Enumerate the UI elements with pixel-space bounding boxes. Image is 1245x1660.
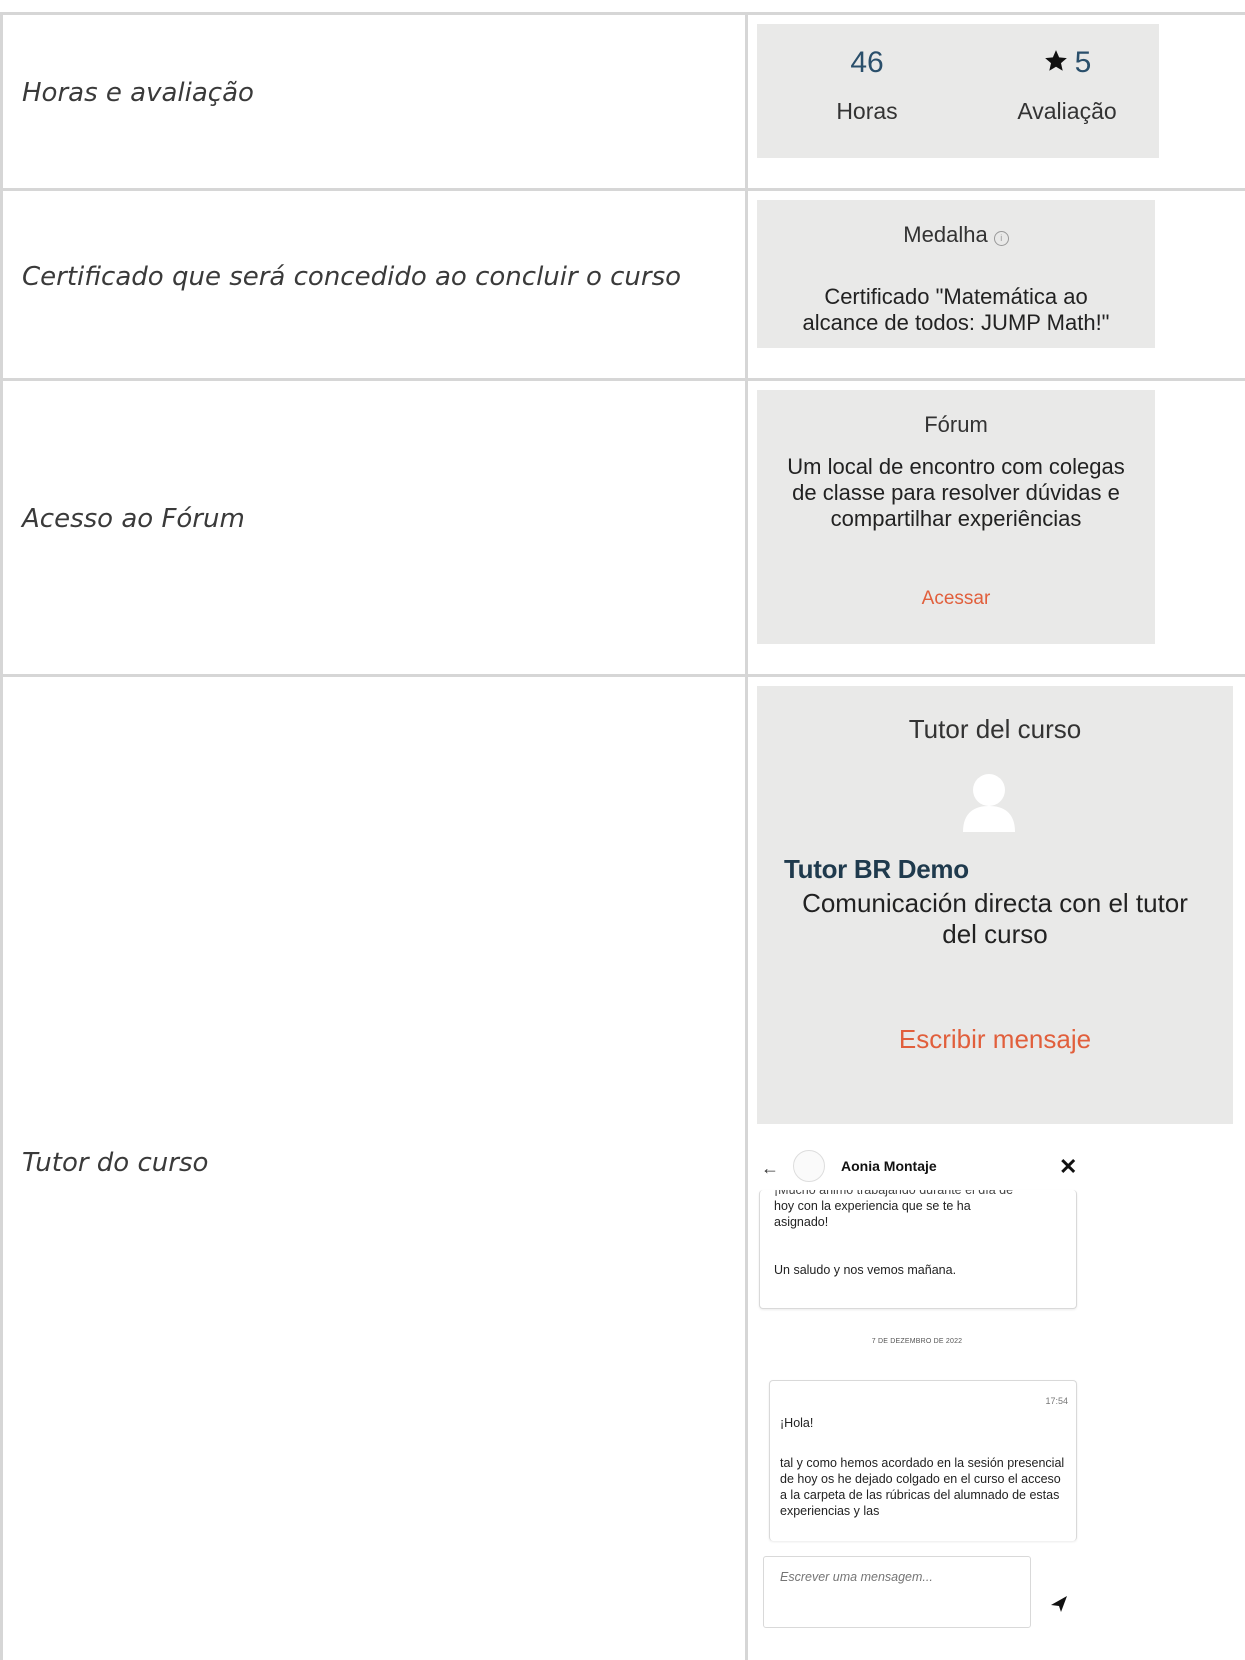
message-text: hoy con la experiencia que se te ha <box>774 1199 971 1213</box>
rating-value-wrap: 5 <box>977 46 1157 82</box>
message-text: asignado! <box>774 1215 829 1229</box>
tutor-title: Tutor del curso <box>908 714 1082 744</box>
message-time: 17:54 <box>1045 1396 1068 1406</box>
table-divider <box>0 188 1245 191</box>
message-bubble: ¡Mucho ánimo trabajando durante el día d… <box>759 1190 1077 1309</box>
rating-value: 5 <box>1074 46 1092 79</box>
chat-panel: ← Aonia Montaje ✕ ¡Mucho ánimo trabajand… <box>757 1140 1087 1630</box>
tutor-avatar-icon <box>957 768 1021 832</box>
date-separator: 7 DE DEZEMBRO DE 2022 <box>871 1338 963 1345</box>
tutor-card: Tutor del curso Tutor BR Demo Comunicaci… <box>757 686 1233 1124</box>
message-greeting: ¡Hola! <box>780 1416 814 1430</box>
message-bubble: 17:54 ¡Hola! tal y como hemos acordado e… <box>769 1380 1077 1541</box>
row-label-tutor: Tutor do curso <box>22 1148 209 1178</box>
table-divider <box>0 378 1245 381</box>
message-text: tal y como hemos acordado en la sesión p… <box>780 1456 1065 1518</box>
back-arrow-icon[interactable]: ← <box>761 1158 779 1179</box>
certificate-name: Certificado "Matemática ao alcance de to… <box>757 284 1155 336</box>
info-icon[interactable]: i <box>993 231 1009 246</box>
certificate-line-2: alcance de todos: JUMP Math!" <box>802 310 1110 335</box>
stats-card: 46 Horas 5 Avaliação <box>757 24 1159 158</box>
star-icon <box>1043 48 1069 82</box>
table-divider <box>0 674 1245 677</box>
table-divider <box>745 12 748 1660</box>
medal-title: Medalha <box>903 222 988 247</box>
write-message-link[interactable]: Escribir mensaje <box>757 1024 1233 1055</box>
message-text: Un saludo y nos vemos mañana. <box>774 1263 957 1277</box>
message-input[interactable] <box>778 1569 1022 1585</box>
forum-card: Fórum Um local de encontro com colegas d… <box>757 390 1155 644</box>
forum-description: Um local de encontro com colegas de clas… <box>787 454 1125 531</box>
table-divider <box>0 12 3 1660</box>
row-label-forum: Acesso ao Fórum <box>22 504 245 534</box>
row-label-hours-rating: Horas e avaliação <box>22 78 254 108</box>
tutor-description: Comunicación directa con el tutor del cu… <box>802 888 1188 949</box>
close-icon[interactable]: ✕ <box>1059 1154 1077 1180</box>
tutor-name: Tutor BR Demo <box>784 854 969 884</box>
chat-contact-name: Aonia Montaje <box>841 1158 937 1174</box>
certificate-line-1: Certificado "Matemática ao <box>824 284 1088 309</box>
medal-title-wrap: Medalha i <box>757 222 1155 248</box>
hours-caption: Horas <box>836 98 898 124</box>
forum-title: Fórum <box>924 412 988 437</box>
medal-card: Medalha i Certificado "Matemática ao alca… <box>757 200 1155 348</box>
message-input-box[interactable] <box>763 1556 1031 1628</box>
row-label-certificate: Certificado que será concedido ao conclu… <box>22 262 682 292</box>
contact-avatar <box>793 1150 825 1182</box>
send-icon[interactable] <box>1049 1594 1069 1614</box>
hours-value: 46 <box>850 46 884 79</box>
table-divider <box>0 12 1245 15</box>
message-text-cut: ¡Mucho ánimo trabajando durante el día d… <box>774 1190 1014 1197</box>
forum-access-link[interactable]: Acessar <box>757 588 1155 610</box>
rating-caption: Avaliação <box>1017 98 1117 124</box>
